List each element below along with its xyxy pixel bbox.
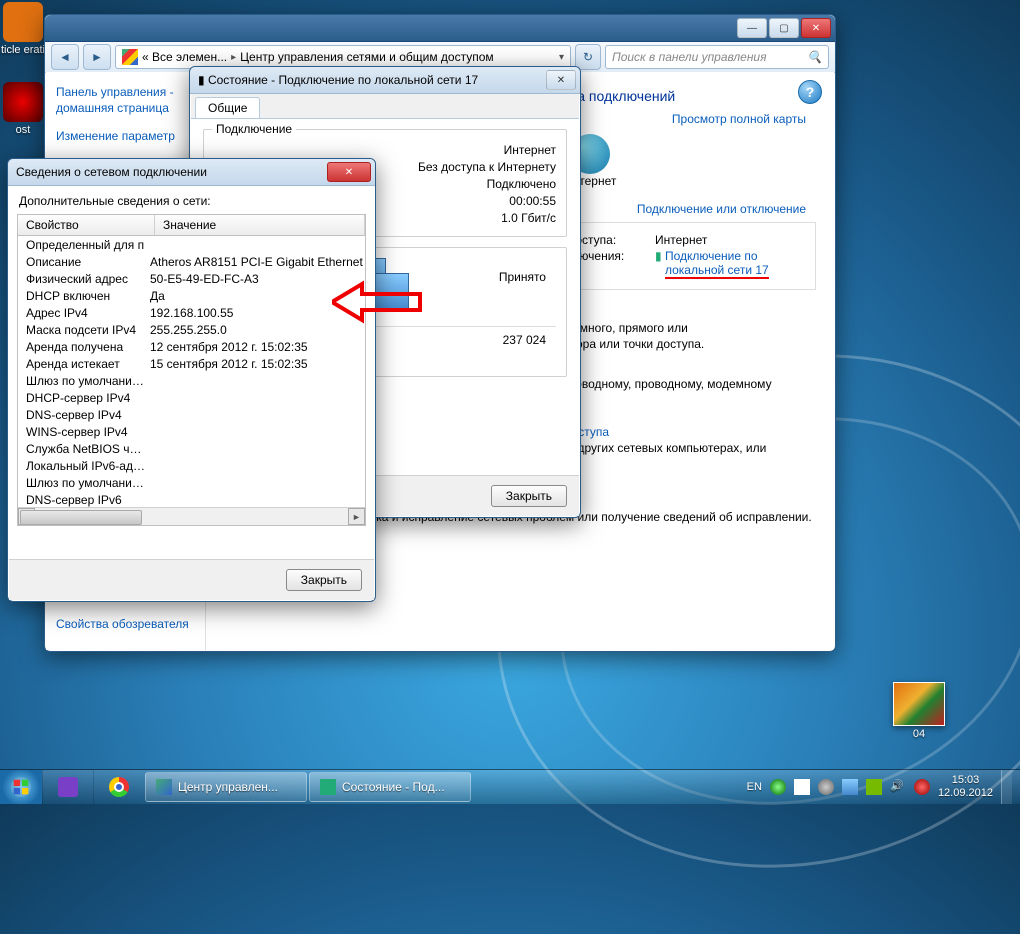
nvidia-icon[interactable] bbox=[866, 779, 882, 795]
close-button[interactable]: ✕ bbox=[546, 70, 576, 90]
close-button[interactable]: Закрыть bbox=[286, 569, 362, 591]
property-row[interactable]: DNS-сервер IPv4 bbox=[18, 406, 365, 423]
cp-home-link[interactable]: Панель управления -домашняя страница bbox=[56, 84, 195, 116]
icon-label: ost bbox=[16, 124, 31, 136]
icon-label: ticle erati bbox=[1, 44, 45, 56]
close-button[interactable]: ✕ bbox=[801, 18, 831, 38]
connect-disconnect-link[interactable]: Подключение или отключение bbox=[637, 202, 806, 216]
search-icon: 🔍 bbox=[807, 50, 822, 64]
refresh-button[interactable]: ↻ bbox=[575, 44, 601, 70]
property-row[interactable]: Шлюз по умолчанию IP... bbox=[18, 372, 365, 389]
tabstrip: Общие bbox=[191, 94, 579, 119]
properties-list: Свойство Значение Определенный для пОпис… bbox=[17, 214, 366, 526]
flag-icon[interactable] bbox=[794, 779, 810, 795]
search-input[interactable]: Поиск в панели управления 🔍 bbox=[605, 45, 829, 69]
taskbar: Центр управлен... Состояние - Под... EN … bbox=[0, 769, 1020, 804]
property-row[interactable]: DHCP включенДа bbox=[18, 287, 365, 304]
tray-icon[interactable] bbox=[914, 779, 930, 795]
back-button[interactable]: ◄ bbox=[51, 44, 79, 70]
taskbar-item[interactable]: Центр управлен... bbox=[145, 772, 307, 802]
network-tray-icon[interactable] bbox=[842, 779, 858, 795]
change-adapter-link[interactable]: Изменение параметр bbox=[56, 128, 195, 144]
browser-props-link[interactable]: Свойства обозревателя bbox=[56, 616, 189, 632]
language-indicator[interactable]: EN bbox=[747, 781, 762, 793]
desktop-file[interactable]: 04 bbox=[889, 682, 949, 740]
tab-general[interactable]: Общие bbox=[195, 97, 260, 118]
close-button[interactable]: Закрыть bbox=[491, 485, 567, 507]
start-button[interactable] bbox=[0, 770, 42, 804]
minimize-button[interactable]: — bbox=[737, 18, 767, 38]
network-icon: ▮ bbox=[655, 249, 662, 279]
network-icon bbox=[320, 779, 336, 795]
property-row[interactable]: Маска подсети IPv4255.255.255.0 bbox=[18, 321, 365, 338]
tray: EN 🔊 15:03 12.09.2012 bbox=[739, 770, 1020, 804]
tray-icon[interactable] bbox=[818, 779, 834, 795]
tray-icon[interactable] bbox=[770, 779, 786, 795]
maximize-button[interactable]: ▢ bbox=[769, 18, 799, 38]
property-row[interactable]: Локальный IPv6-адрес... bbox=[18, 457, 365, 474]
property-row[interactable]: Физический адрес50-E5-49-ED-FC-A3 bbox=[18, 270, 365, 287]
file-label: 04 bbox=[913, 728, 925, 740]
view-map-link[interactable]: Просмотр полной карты bbox=[672, 112, 806, 126]
property-row[interactable]: Определенный для п bbox=[18, 236, 365, 253]
property-row[interactable]: ОписаниеAtheros AR8151 PCI-E Gigabit Eth… bbox=[18, 253, 365, 270]
pinned-lightshot[interactable] bbox=[42, 770, 93, 804]
property-row[interactable]: Аренда получена12 сентября 2012 г. 15:02… bbox=[18, 338, 365, 355]
details-subtitle: Дополнительные сведения о сети: bbox=[9, 186, 374, 210]
titlebar[interactable]: ▮ Состояние - Подключение по локальной с… bbox=[190, 67, 580, 94]
help-button[interactable]: ? bbox=[798, 80, 822, 104]
details-window: Сведения о сетевом подключении ✕ Дополни… bbox=[7, 158, 376, 602]
horizontal-scrollbar[interactable]: ◄ ► bbox=[18, 507, 365, 525]
show-desktop-button[interactable] bbox=[1001, 770, 1012, 804]
property-row[interactable]: Адрес IPv4192.168.100.55 bbox=[18, 304, 365, 321]
titlebar[interactable]: Сведения о сетевом подключении ✕ bbox=[8, 159, 375, 186]
property-row[interactable]: DHCP-сервер IPv4 bbox=[18, 389, 365, 406]
close-button[interactable]: ✕ bbox=[327, 162, 371, 182]
property-row[interactable]: Шлюз по умолчанию IP... bbox=[18, 474, 365, 491]
property-row[interactable]: Служба NetBIOS через... bbox=[18, 440, 365, 457]
col-value[interactable]: Значение bbox=[155, 215, 365, 235]
volume-icon[interactable]: 🔊 bbox=[890, 779, 906, 795]
taskbar-item[interactable]: Состояние - Под... bbox=[309, 772, 471, 802]
pinned-chrome[interactable] bbox=[93, 770, 144, 804]
connection-link[interactable]: Подключение полокальной сети 17 bbox=[665, 249, 769, 279]
property-row[interactable]: WINS-сервер IPv4 bbox=[18, 423, 365, 440]
clock[interactable]: 15:03 12.09.2012 bbox=[938, 774, 993, 800]
cp-icon bbox=[156, 779, 172, 795]
cp-shield-icon bbox=[122, 49, 138, 65]
forward-button[interactable]: ► bbox=[83, 44, 111, 70]
titlebar[interactable]: — ▢ ✕ bbox=[45, 15, 835, 42]
annotation-arrow-icon bbox=[332, 280, 422, 324]
property-row[interactable]: DNS-сервер IPv6 bbox=[18, 491, 365, 507]
property-row[interactable]: Аренда истекает15 сентября 2012 г. 15:02… bbox=[18, 355, 365, 372]
network-icon: ▮ bbox=[198, 73, 205, 87]
col-property[interactable]: Свойство bbox=[18, 215, 155, 235]
